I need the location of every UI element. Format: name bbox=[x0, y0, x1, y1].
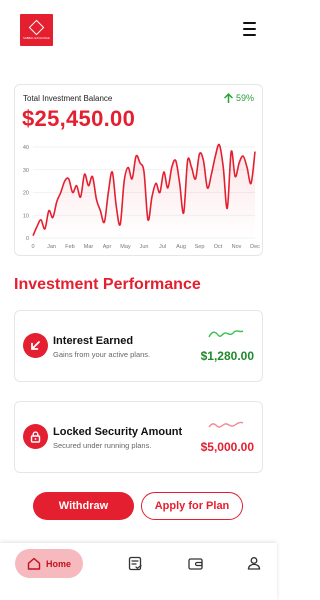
locked-amount: $5,000.00 bbox=[200, 440, 254, 454]
x-tick-label: Dec bbox=[250, 244, 260, 250]
locked-title: Locked Security Amount bbox=[53, 426, 183, 438]
x-tick-label: Nov bbox=[232, 244, 242, 250]
x-tick-label: Oct bbox=[214, 244, 223, 250]
interest-card[interactable]: Interest Earned Gains from your active p… bbox=[14, 310, 263, 382]
x-tick-label: Sep bbox=[195, 244, 205, 250]
y-tick-label: 10 bbox=[23, 213, 29, 219]
x-tick-label: Aug bbox=[176, 244, 186, 250]
balance-change-value: 59% bbox=[235, 93, 254, 103]
apply-for-plan-button[interactable]: Apply for Plan bbox=[141, 492, 243, 520]
balance-card: Total Investment Balance 59% $25,450.00 … bbox=[14, 84, 263, 256]
interest-subtitle: Gains from your active plans. bbox=[53, 350, 151, 359]
user-icon bbox=[247, 557, 261, 570]
locked-sparkline-icon bbox=[208, 421, 244, 428]
balance-change: 59% bbox=[224, 93, 254, 103]
x-tick-label: May bbox=[120, 244, 131, 250]
x-tick-label: 0 bbox=[31, 244, 34, 250]
arrow-up-icon bbox=[224, 93, 233, 103]
arrow-down-left-icon bbox=[31, 341, 40, 350]
x-tick-label: Apr bbox=[103, 244, 112, 250]
nav-plans[interactable] bbox=[126, 554, 144, 572]
x-tick-label: Feb bbox=[65, 244, 74, 250]
x-tick-label: Mar bbox=[84, 244, 94, 250]
top-bar: SABBAL EXCHANGE bbox=[0, 0, 277, 60]
x-tick-label: Jun bbox=[140, 244, 149, 250]
nav-home-label: Home bbox=[45, 558, 71, 569]
logo-text: SABBAL EXCHANGE bbox=[23, 37, 50, 40]
interest-title: Interest Earned bbox=[53, 335, 134, 347]
investment-line-chart: 0 10 20 30 40 0 Jan Feb Mar Apr May Jun Jul Aug Sep Oc… bbox=[23, 143, 260, 250]
interest-sparkline-icon bbox=[208, 330, 244, 338]
balance-label: Total Investment Balance bbox=[23, 94, 113, 103]
withdraw-button[interactable]: Withdraw bbox=[33, 492, 134, 520]
wallet-icon bbox=[187, 557, 203, 570]
interest-amount: $1,280.00 bbox=[200, 349, 254, 363]
nav-wallet[interactable] bbox=[186, 554, 204, 572]
hamburger-menu-icon[interactable] bbox=[243, 22, 256, 36]
x-tick-label: Jul bbox=[159, 244, 166, 250]
x-tick-label: Jan bbox=[47, 244, 56, 250]
checklist-icon bbox=[128, 556, 142, 570]
locked-icon-badge bbox=[23, 424, 48, 449]
locked-subtitle: Secured under running plans. bbox=[53, 441, 152, 450]
y-tick-label: 30 bbox=[23, 168, 29, 174]
app-logo[interactable]: SABBAL EXCHANGE bbox=[20, 14, 53, 46]
section-title: Investment Performance bbox=[14, 276, 201, 293]
lock-icon bbox=[30, 430, 41, 443]
bottom-navigation: Home bbox=[0, 543, 277, 600]
home-icon bbox=[27, 557, 41, 570]
y-tick-label: 40 bbox=[23, 145, 29, 151]
balance-value: $25,450.00 bbox=[22, 106, 136, 131]
logo-diamond-icon bbox=[28, 19, 45, 36]
locked-card[interactable]: Locked Security Amount Secured under run… bbox=[14, 401, 263, 473]
screen: SABBAL EXCHANGE Total Investment Balance… bbox=[0, 0, 277, 600]
y-tick-label: 0 bbox=[26, 236, 29, 242]
interest-icon-badge bbox=[23, 333, 48, 358]
nav-home[interactable]: Home bbox=[15, 549, 83, 578]
nav-profile[interactable] bbox=[245, 554, 263, 572]
y-tick-label: 20 bbox=[23, 191, 29, 197]
